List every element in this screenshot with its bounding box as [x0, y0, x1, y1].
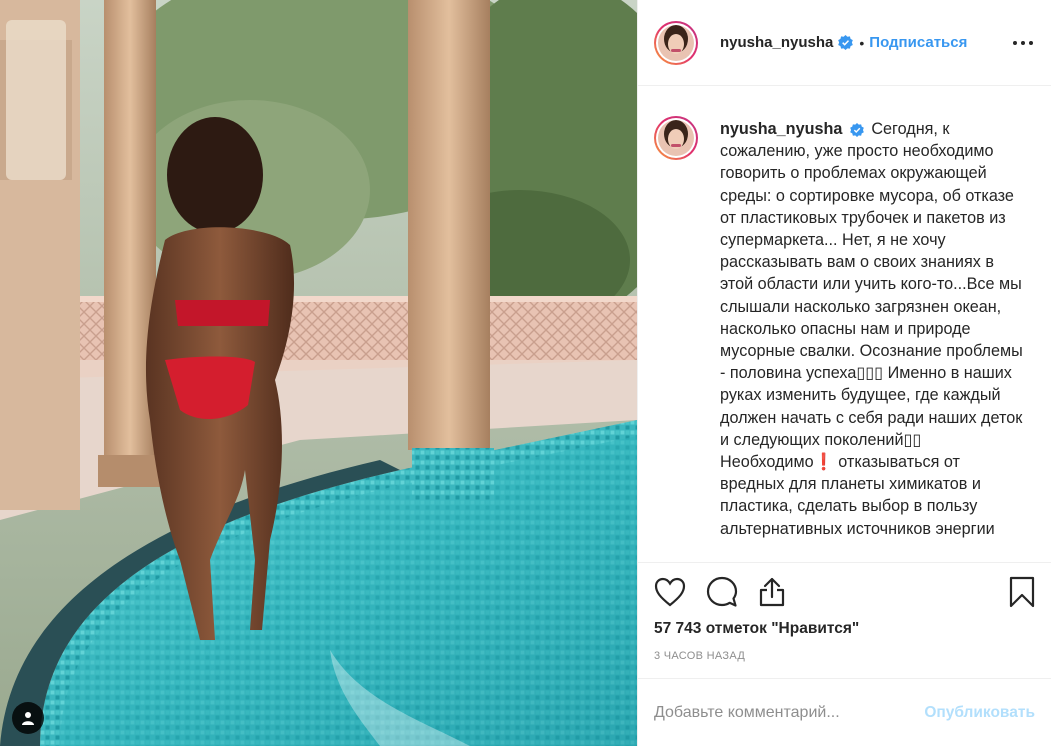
share-button[interactable] — [758, 576, 786, 608]
user-tag-button[interactable] — [12, 702, 44, 734]
more-options-icon[interactable] — [1011, 35, 1035, 51]
verified-badge-icon — [838, 35, 854, 50]
comment-input[interactable] — [654, 703, 925, 722]
user-tag-icon — [22, 712, 34, 725]
caption-avatar[interactable] — [654, 116, 698, 160]
share-icon — [759, 577, 785, 607]
caption-comment: nyusha_nyusha Сегодня, к сожалению, уже … — [654, 116, 1035, 540]
caption-username[interactable]: nyusha_nyusha — [720, 120, 842, 138]
avatar-image — [658, 24, 694, 61]
caption-text: nyusha_nyusha Сегодня, к сожалению, уже … — [720, 118, 1026, 540]
follow-button[interactable]: Подписаться — [869, 34, 967, 51]
heart-icon — [654, 577, 686, 607]
post-actions: 57 743 отметок "Нравится" 3 часов назад — [638, 562, 1051, 678]
caption-verified-badge-icon — [850, 122, 864, 137]
publish-comment-button[interactable]: Опубликовать — [924, 704, 1035, 722]
save-button[interactable] — [1009, 576, 1035, 608]
avatar[interactable] — [654, 20, 698, 65]
comment-button[interactable] — [706, 576, 738, 608]
add-comment-form: Опубликовать — [638, 678, 1051, 746]
header-separator: • — [859, 34, 865, 51]
like-button[interactable] — [654, 577, 686, 607]
post-photo-illustration — [0, 0, 637, 746]
bookmark-icon — [1009, 576, 1035, 608]
post-author-username[interactable]: nyusha_nyusha — [720, 34, 833, 51]
caption-avatar-image — [658, 120, 694, 156]
comments-area[interactable]: nyusha_nyusha Сегодня, к сожалению, уже … — [638, 86, 1051, 562]
likes-count[interactable]: 57 743 отметок "Нравится" — [654, 620, 1035, 638]
post-photo[interactable] — [0, 0, 637, 746]
comment-icon — [706, 576, 738, 607]
caption-body: Сегодня, к сожалению, уже просто необход… — [720, 120, 1028, 538]
post-header: nyusha_nyusha • Подписаться — [638, 0, 1051, 86]
post-timestamp[interactable]: 3 часов назад — [654, 650, 1035, 662]
post-side-panel: nyusha_nyusha • Подписаться nyusha_nyush… — [637, 0, 1051, 746]
